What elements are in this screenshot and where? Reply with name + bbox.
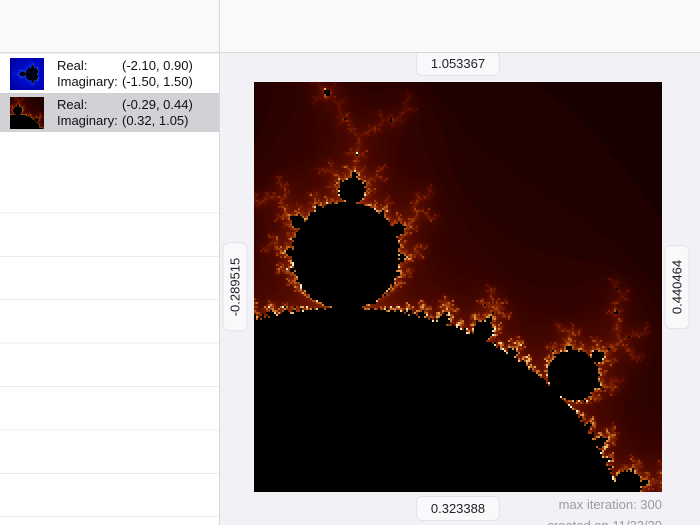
imaginary-value: (0.32, 1.05) (122, 112, 189, 128)
real-label: Real: (57, 57, 88, 73)
fractal-thumbnail-blue (10, 57, 44, 90)
real-value: (-2.10, 0.90) (122, 57, 193, 73)
fractal-viewer[interactable] (254, 82, 662, 492)
real-min-label[interactable]: -0.289515 (222, 242, 248, 332)
imaginary-min-label[interactable]: 0.323388 (415, 496, 501, 521)
list-item-text: Real: (-2.10, 0.90) Imaginary: (-1.50, 1… (57, 58, 193, 90)
imaginary-label: Imaginary: (57, 73, 118, 89)
app-window: 8:39 AMSun Nov 22 100% (0, 0, 700, 525)
fractal-list-item-2[interactable]: Real: (-0.29, 0.44) Imaginary: (0.32, 1.… (0, 93, 219, 132)
real-value: (-0.29, 0.44) (122, 96, 193, 112)
fractal-list-item-1[interactable]: Real: (-2.10, 0.90) Imaginary: (-1.50, 1… (0, 54, 219, 93)
real-max-label[interactable]: 0.440464 (664, 244, 690, 330)
sidebar-empty-rows (0, 170, 219, 525)
real-label: Real: (57, 96, 88, 112)
imaginary-label: Imaginary: (57, 112, 118, 128)
top-bar (0, 0, 700, 53)
imaginary-value: (-1.50, 1.50) (122, 73, 193, 89)
fractal-thumbnail-red (10, 96, 44, 129)
max-iteration-text: max iteration: 300 (558, 497, 662, 512)
created-on-text: created on 11/22/20 (547, 518, 662, 525)
list-item-text: Real: (-0.29, 0.44) Imaginary: (0.32, 1.… (57, 97, 193, 129)
imaginary-max-label[interactable]: 1.053367 (415, 51, 501, 76)
sidebar: Real: (-2.10, 0.90) Imaginary: (-1.50, 1… (0, 54, 219, 525)
sidebar-divider (219, 0, 220, 525)
